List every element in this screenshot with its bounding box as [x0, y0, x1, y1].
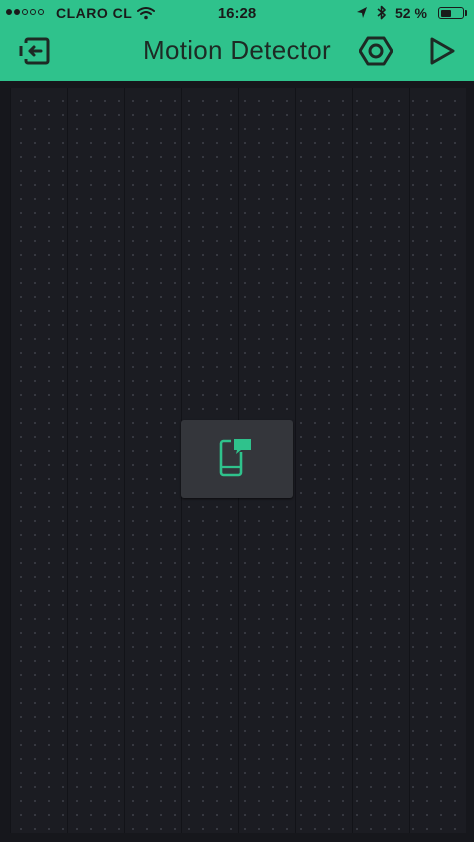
battery-icon	[438, 7, 464, 19]
battery-tip	[465, 10, 467, 16]
phone-notification-icon	[217, 435, 257, 484]
settings-button[interactable]	[357, 34, 395, 72]
settings-hexagon-icon	[358, 35, 394, 72]
header: CLARO CL 16:28 52 % Motion Detector	[0, 0, 474, 81]
toolbar: Motion Detector	[0, 26, 474, 81]
play-button[interactable]	[423, 34, 461, 72]
page-title: Motion Detector	[142, 35, 332, 65]
bluetooth-icon	[377, 5, 387, 23]
app-screen: CLARO CL 16:28 52 % Motion Detector	[0, 0, 474, 842]
play-icon	[428, 36, 456, 71]
location-arrow-icon	[356, 6, 368, 22]
battery-percent: 52 %	[395, 5, 427, 21]
status-bar: CLARO CL 16:28 52 %	[0, 0, 474, 26]
notification-widget[interactable]	[181, 420, 293, 498]
